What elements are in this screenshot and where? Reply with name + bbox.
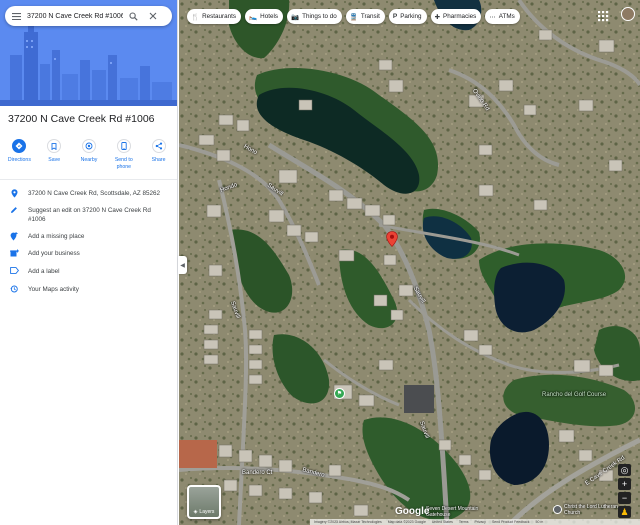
scale-bar[interactable]: 50 m [536,520,544,524]
nearby-label: Nearby [80,157,98,163]
region-link[interactable]: United States [432,520,453,524]
imagery-credit: Imagery ©2023 Airbus, Maxar Technologies [314,520,382,524]
zoom-out-button[interactable]: − [618,492,631,504]
share-icon [151,139,166,153]
search-input[interactable] [27,12,123,20]
action-bar: Directions Save Nearby Send to phone Sha… [0,139,177,177]
place-panel: 37200 N Cave Creek Rd #1006 Directions S… [0,0,178,525]
my-location-icon[interactable]: ◎ [618,464,631,476]
place-label[interactable]: Seven Desert Mountain Gatehouse [426,506,482,518]
place-title: 37200 N Cave Creek Rd #1006 [8,113,155,125]
chip-things-to-do[interactable]: 📷 Things to do [287,9,342,24]
share-button[interactable]: Share [143,139,175,177]
more-icon: ⋯ [489,13,496,21]
phone-icon [116,139,131,153]
terms-link[interactable]: Terms [459,520,469,524]
add-missing-place-row[interactable]: Add a missing place [0,232,177,241]
menu-icon[interactable] [5,6,27,26]
maps-activity-text: Your Maps activity [28,286,79,293]
search-box [5,6,172,26]
send-to-phone-button[interactable]: Send to phone [108,139,140,177]
suggest-edit-text: Suggest an edit on 37200 N Cave Creek Rd… [28,207,151,223]
chip-restaurants[interactable]: 🍴 Restaurants [187,9,242,24]
save-label: Save [48,157,61,163]
share-label: Share [151,157,166,163]
directions-label: Directions [7,157,31,163]
bed-icon: 🛌 [249,13,258,21]
bookmark-icon [47,139,62,153]
address-row[interactable]: 37200 N Cave Creek Rd, Scottsdale, AZ 85… [0,189,177,198]
add-missing-place-text: Add a missing place [28,233,85,240]
add-label-row[interactable]: Add a label [0,267,177,276]
avatar[interactable] [621,7,635,21]
chip-transit[interactable]: 🚆 Transit [345,9,385,24]
street-label: Bandero Ct [242,470,273,476]
satellite-imagery [179,0,640,525]
chip-parking[interactable]: P Parking [388,9,427,24]
place-label[interactable]: Rancho del Golf Course [542,392,606,398]
nearby-icon [81,139,96,153]
map-data-credit: Map data ©2023 Google [387,520,426,524]
directions-button[interactable]: Directions [3,139,35,177]
pharmacy-icon: ✚ [434,13,441,21]
save-button[interactable]: Save [38,139,70,177]
church-icon[interactable] [553,505,562,514]
layers-icon: ◈ [193,509,198,515]
add-business-row[interactable]: Add your business [0,249,177,258]
chevron-left-icon: ◀ [180,262,185,269]
camera-icon: 📷 [291,13,300,21]
map-controls: ◎ + − ♟ [618,464,631,518]
street-view-pegman-icon[interactable]: ♟ [618,506,631,518]
fork-knife-icon: 🍴 [191,13,200,21]
add-location-icon [0,232,28,241]
maps-activity-row[interactable]: Your Maps activity [0,285,177,294]
history-icon [0,285,28,293]
panel-divider [0,179,177,180]
chip-pharmacies[interactable]: ✚ Pharmacies [430,9,482,24]
nearby-button[interactable]: Nearby [73,139,105,177]
category-chips: 🍴 Restaurants 🛌 Hotels 📷 Things to do 🚆 Tran… [187,9,520,24]
send-to-phone-label: Send to phone [114,157,133,170]
add-business-icon [0,249,28,257]
search-icon[interactable] [123,6,143,26]
add-business-text: Add your business [28,250,80,257]
place-label[interactable]: Christ the Lord Lutheran Church [564,504,624,516]
layers-button[interactable]: ◈ Layers [187,485,221,519]
suggest-edit-row[interactable]: Suggest an edit on 37200 N Cave Creek Rd… [0,206,177,224]
layers-label: Layers [199,509,215,515]
golf-icon[interactable]: ⚑ [334,388,345,399]
chip-hotels[interactable]: 🛌 Hotels [245,9,283,24]
apps-grid-icon[interactable] [597,9,609,22]
pencil-icon [0,206,28,214]
label-icon [0,267,28,274]
google-logo: Google [395,506,430,517]
chip-atms[interactable]: ⋯ ATMs [485,9,520,24]
location-pin-icon[interactable] [386,231,398,252]
privacy-link[interactable]: Privacy [474,520,485,524]
train-icon: 🚆 [349,13,358,21]
add-label-text: Add a label [28,268,60,275]
zoom-in-button[interactable]: + [618,478,631,490]
collapse-panel-button[interactable]: ◀ [178,256,187,274]
feedback-link[interactable]: Send Product Feedback [492,520,530,524]
location-pin-icon [0,189,28,198]
parking-icon: P [392,13,398,20]
directions-icon [12,139,27,153]
close-icon[interactable] [143,6,163,26]
map-footer: Imagery ©2023 Airbus, Maxar Technologies… [310,519,640,525]
address-text: 37200 N Cave Creek Rd, Scottsdale, AZ 85… [28,190,160,197]
satellite-map[interactable] [179,0,640,525]
